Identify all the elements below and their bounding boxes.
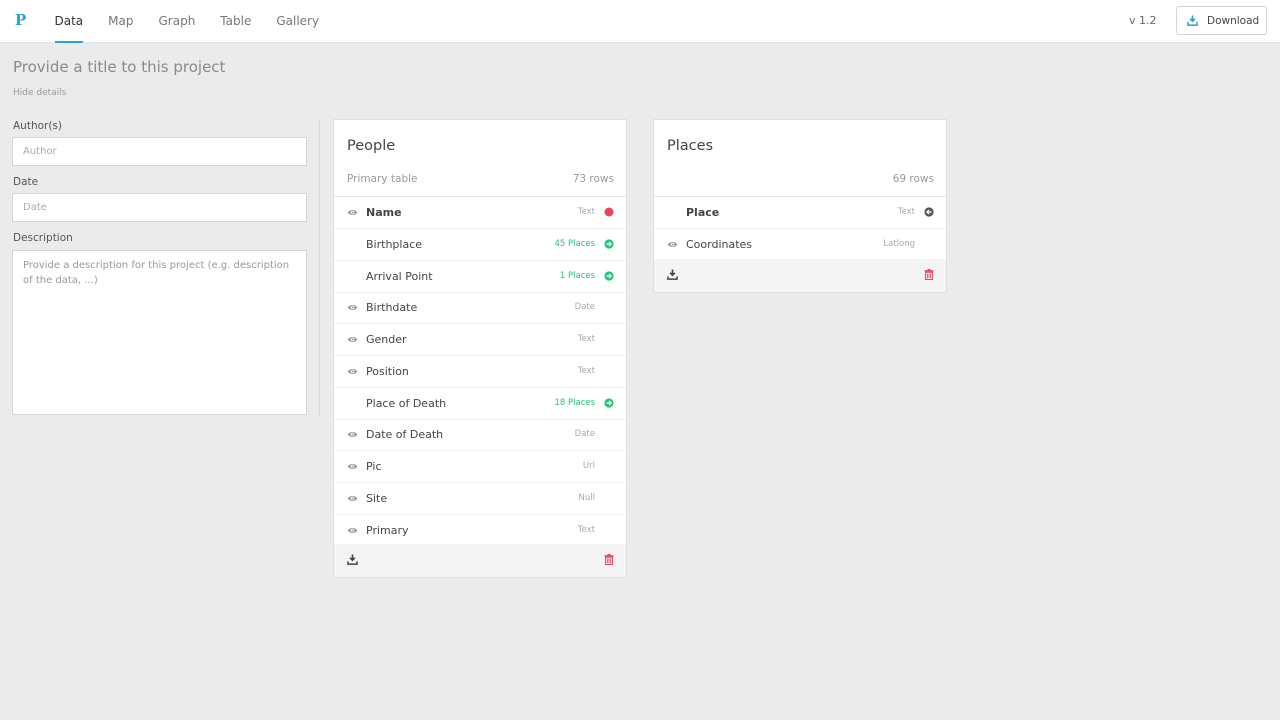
arrow-right-circle-icon[interactable] [604,397,614,408]
panel-divider [319,119,320,416]
field-row[interactable]: Date of Death Date [334,419,626,452]
field-type[interactable]: Url [583,461,595,471]
date-label: Date [13,176,39,188]
download-icon[interactable] [347,554,358,565]
top-navbar: P Data Map Graph Table Gallery v 1.2 Dow… [0,0,1280,43]
arrow-right-circle-icon[interactable] [604,270,614,281]
eye-icon[interactable] [347,335,358,344]
download-button[interactable]: Download [1176,6,1267,35]
field-name[interactable]: Birthplace [366,238,422,251]
field-name[interactable]: Place of Death [366,397,446,410]
table-title[interactable]: People [347,138,395,154]
field-row[interactable]: Arrival Point 1 Places [334,261,626,293]
trash-icon[interactable] [924,269,934,280]
hide-details-link[interactable]: Hide details [13,88,66,98]
field-name[interactable]: Date of Death [366,428,443,441]
field-row[interactable]: Position Text [334,356,626,388]
main-tabs: Data Map Graph Table Gallery [42,0,332,43]
eye-icon[interactable] [347,303,358,312]
tab-data[interactable]: Data [42,0,96,43]
tab-map[interactable]: Map [96,0,146,43]
field-type[interactable]: 45 Places [554,239,595,249]
field-name[interactable]: Arrival Point [366,270,433,283]
field-name[interactable]: Primary [366,524,409,537]
field-name[interactable]: Name [366,206,402,219]
eye-icon[interactable] [347,462,358,471]
field-type[interactable]: Text [578,334,595,344]
field-type[interactable]: 1 Places [560,271,595,281]
field-row[interactable]: Name Text [334,197,626,229]
field-type[interactable]: Text [578,525,595,535]
eye-icon[interactable] [347,526,358,535]
field-row[interactable]: Pic Url [334,451,626,483]
eye-icon[interactable] [667,240,678,249]
tab-graph[interactable]: Graph [146,0,208,43]
field-row[interactable]: Site Null [334,483,626,515]
red-dot-icon[interactable] [604,207,614,217]
field-name[interactable]: Gender [366,333,407,346]
description-label: Description [13,232,73,244]
field-row[interactable]: Birthdate Date [334,292,626,325]
field-row[interactable]: Place Text [654,197,946,229]
version-label: v 1.2 [1129,14,1157,27]
field-type[interactable]: 18 Places [554,398,595,408]
eye-icon[interactable] [347,430,358,439]
field-name[interactable]: Place [686,206,719,219]
author-label: Author(s) [13,120,63,132]
card-footer [334,544,626,577]
field-type[interactable]: Text [898,207,915,217]
field-row[interactable]: Primary Text [334,515,626,547]
field-type[interactable]: Latlong [883,239,915,249]
field-row[interactable]: Place of Death 18 Places [334,388,626,420]
description-field[interactable]: Provide a description for this project (… [12,250,307,415]
project-title-input[interactable]: Provide a title to this project [13,58,225,76]
table-card-people: People Primary table 73 rows Name Text Bir… [333,119,627,578]
tab-gallery[interactable]: Gallery [264,0,332,43]
eye-icon[interactable] [347,367,358,376]
rows-count: 69 rows [892,173,934,185]
table-title[interactable]: Places [667,138,713,154]
field-name[interactable]: Coordinates [686,238,752,251]
field-row[interactable]: Gender Text [334,324,626,356]
download-icon [1187,15,1198,26]
card-footer [654,259,946,292]
arrow-right-circle-icon[interactable] [604,239,614,249]
field-type[interactable]: Date [575,429,595,439]
field-type[interactable]: Null [579,493,595,503]
field-name[interactable]: Position [366,365,409,378]
eye-icon[interactable] [347,494,358,503]
author-field[interactable]: Author [12,137,307,166]
trash-icon[interactable] [604,554,614,565]
eye-icon[interactable] [347,208,358,217]
download-label: Download [1207,14,1260,27]
field-name[interactable]: Pic [366,460,382,473]
field-name[interactable]: Birthdate [366,301,417,314]
field-type[interactable]: Text [578,366,595,376]
tab-table[interactable]: Table [208,0,264,43]
table-subtitle: Primary table [347,173,418,185]
field-type[interactable]: Date [575,302,595,312]
table-card-places: Places 69 rows Place Text Coordinates Latlo… [653,119,947,293]
app-logo[interactable]: P [15,11,26,29]
field-type[interactable]: Text [578,207,595,217]
field-name[interactable]: Site [366,492,387,505]
date-field[interactable]: Date [12,193,307,222]
rows-count: 73 rows [572,173,614,185]
field-row[interactable]: Coordinates Latlong [654,229,946,261]
download-icon[interactable] [667,269,678,280]
arrow-left-circle-icon[interactable] [924,207,934,217]
field-row[interactable]: Birthplace 45 Places [334,229,626,261]
